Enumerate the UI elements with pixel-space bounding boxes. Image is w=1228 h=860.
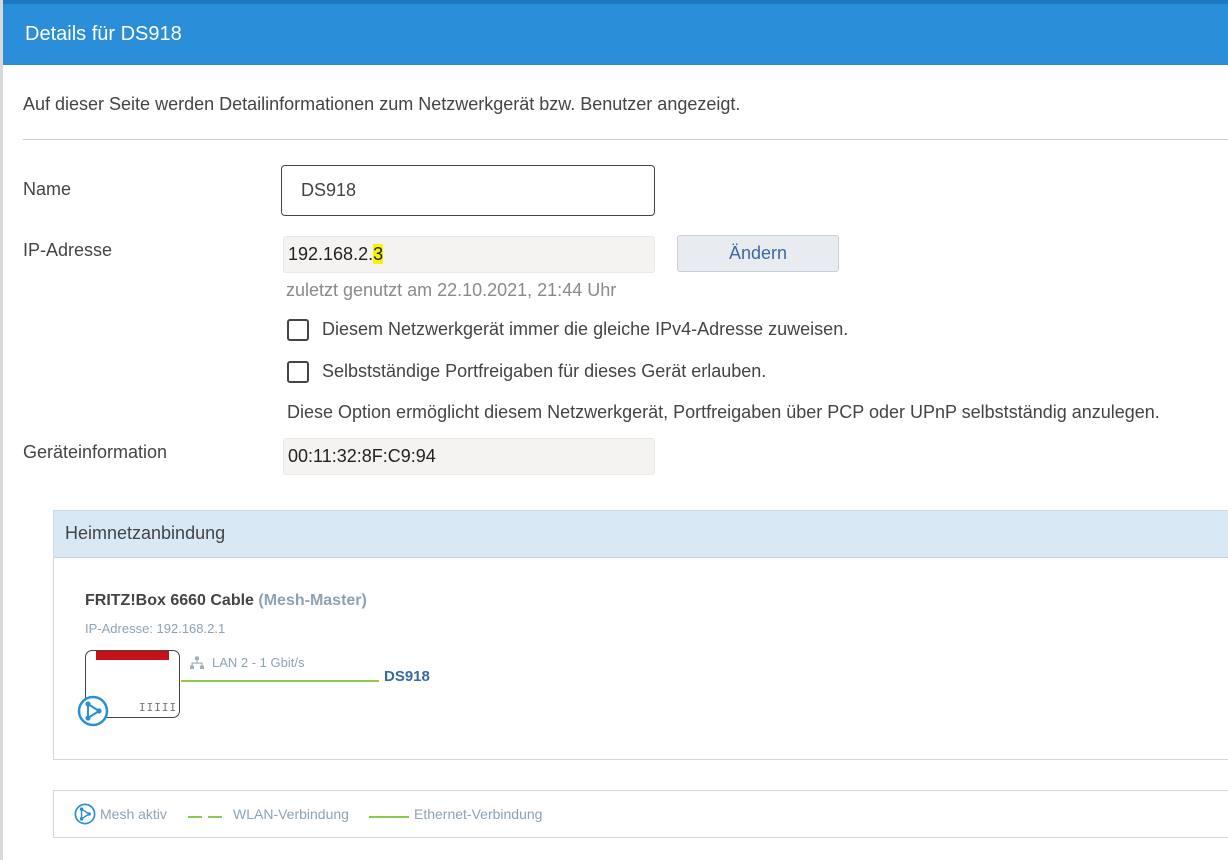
legend-mesh-icon [74, 803, 96, 825]
legend: Mesh aktiv WLAN-Verbindung Ethernet-Verb… [53, 790, 1228, 838]
checkbox-port-forwarding-label[interactable]: Selbstständige Portfreigaben für dieses … [322, 361, 766, 382]
home-network-panel-header: Heimnetzanbindung [54, 511, 1228, 558]
ip-highlight: 3 [373, 244, 384, 264]
last-used-text: zuletzt genutzt am 22.10.2021, 21:44 Uhr [286, 280, 617, 300]
mesh-icon [77, 695, 109, 727]
device-info-field: 00:11:32:8F:C9:94 [283, 438, 655, 475]
home-network-panel: Heimnetzanbindung FRITZ!Box 6660 Cable (… [53, 510, 1228, 760]
intro-text: Auf dieser Seite werden Detailinformatio… [23, 94, 741, 114]
ip-label: IP-Adresse [23, 240, 113, 260]
client-device-name[interactable]: DS918 [384, 668, 430, 685]
device-info-label: Geräteinformation [23, 442, 168, 462]
router-vents: IIIII [139, 701, 178, 714]
home-network-title: Heimnetzanbindung [65, 523, 226, 543]
legend-ethernet-label: Ethernet-Verbindung [414, 806, 543, 822]
change-button[interactable]: Ändern [677, 235, 839, 272]
legend-wlan-label: WLAN-Verbindung [233, 806, 349, 822]
router-name-text: FRITZ!Box 6660 Cable [85, 592, 254, 609]
router-role: (Mesh-Master) [258, 592, 367, 609]
link-label: LAN 2 - 1 Gbit/s [212, 655, 305, 670]
checkbox-same-ipv4[interactable] [287, 319, 309, 341]
divider [23, 139, 1228, 140]
checkbox-port-forwarding[interactable] [287, 361, 309, 383]
network-icon [190, 656, 204, 669]
port-option-note: Diese Option ermöglicht diesem Netzwerkg… [287, 402, 1160, 422]
ethernet-link-line [181, 680, 379, 682]
ip-prefix: 192.168.2. [288, 244, 374, 264]
legend-wlan-line [188, 816, 228, 818]
legend-ethernet-line [369, 816, 409, 818]
router-brand-strip [96, 651, 169, 660]
name-label: Name [23, 179, 72, 199]
ip-address-field: 192.168.2.3 [283, 236, 655, 273]
legend-mesh-label: Mesh aktiv [100, 806, 167, 822]
page-edge [0, 0, 3, 860]
checkbox-same-ipv4-label[interactable]: Diesem Netzwerkgerät immer die gleiche I… [322, 319, 848, 340]
page-header: Details für DS918 [3, 0, 1228, 65]
name-input[interactable] [281, 165, 655, 216]
router-name[interactable]: FRITZ!Box 6660 Cable (Mesh-Master) [85, 592, 367, 610]
page-title: Details für DS918 [25, 23, 182, 45]
router-ip: IP-Adresse: 192.168.2.1 [85, 621, 226, 636]
